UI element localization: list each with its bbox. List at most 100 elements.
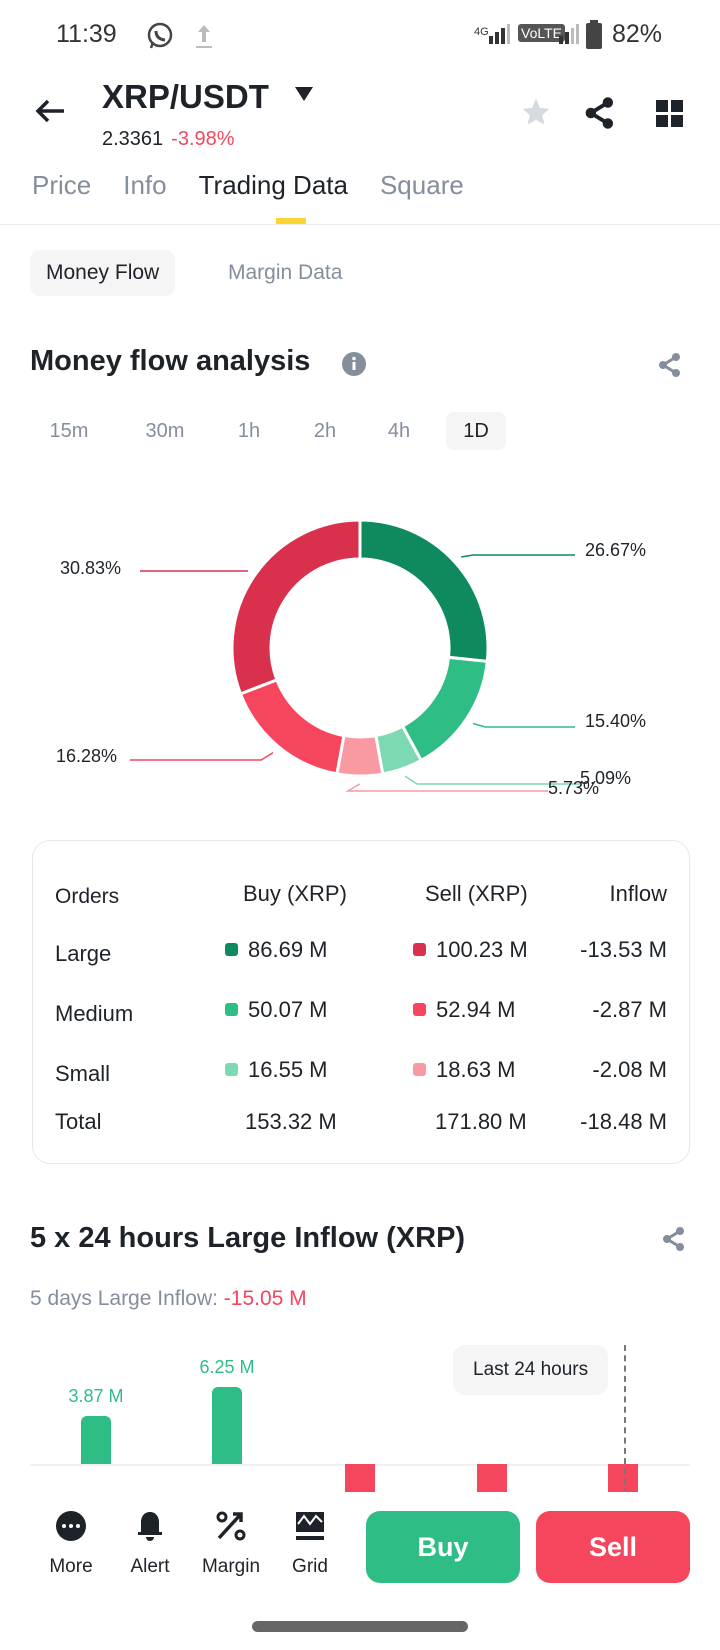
donut-leader-line (472, 722, 575, 728)
share-icon-large-inflow[interactable] (662, 1226, 686, 1252)
signal-icon-2 (559, 24, 579, 44)
nav-alert-label: Alert (130, 1556, 170, 1577)
info-icon[interactable] (342, 352, 366, 376)
large-inflow-bar-chart: 3.87 M 6.25 M Last 24 hours (0, 1330, 720, 1492)
price-line: 2.3361 -3.98% (102, 128, 235, 151)
sell-value: 100.23 M (436, 937, 528, 962)
inflow-value: -2.08 M (592, 1057, 667, 1082)
timeframe-30m[interactable]: 30m (130, 412, 200, 450)
buy-value: 153.32 M (245, 1109, 337, 1134)
divider (0, 224, 720, 225)
donut-slice[interactable] (230, 518, 362, 696)
back-arrow-icon[interactable] (34, 98, 66, 124)
timeframe-1d[interactable]: 1D (446, 412, 506, 450)
share-icon-money-flow[interactable] (658, 352, 682, 378)
subtab-money-flow[interactable]: Money Flow (30, 250, 176, 296)
bar-value-label: 6.25 M (199, 1356, 255, 1377)
crosshair-line (624, 1345, 626, 1492)
buy-color-dot (225, 1063, 238, 1076)
grid-trading-icon (296, 1512, 324, 1540)
donut-leader-line (130, 751, 274, 761)
last-price: 2.3361 (102, 128, 164, 150)
nav-alert[interactable]: Alert (110, 1510, 190, 1578)
sell-value: 52.94 M (436, 997, 516, 1022)
nav-grid-label: Grid (292, 1556, 328, 1577)
sell-button[interactable]: Sell (536, 1511, 690, 1583)
order-size: Small (55, 1061, 111, 1086)
inflow-bar[interactable] (608, 1464, 638, 1492)
timeframe-15m[interactable]: 15m (36, 412, 102, 450)
inflow-bar[interactable] (477, 1464, 507, 1492)
nav-margin[interactable]: Margin (191, 1510, 271, 1578)
buy-button[interactable]: Buy (366, 1511, 520, 1583)
large-inflow-summary: 5 days Large Inflow: -15.05 M (30, 1287, 307, 1311)
nav-more-label: More (49, 1556, 93, 1577)
subtab-margin-data[interactable]: Margin Data (212, 250, 358, 296)
order-size: Total (55, 1109, 102, 1134)
home-indicator[interactable] (252, 1621, 468, 1632)
tab-price[interactable]: Price (32, 170, 91, 201)
header-buy: Buy (XRP) (243, 881, 347, 906)
battery-level: 82% (612, 20, 663, 48)
donut-slice-label: 5.73% (548, 778, 600, 798)
table-row: Small 16.55 M 18.63 M -2.08 M (55, 1057, 667, 1097)
tab-square[interactable]: Square (380, 170, 464, 201)
tab-info[interactable]: Info (123, 170, 166, 201)
summary-value: -15.05 M (223, 1287, 307, 1310)
nav-more[interactable]: More (31, 1510, 111, 1578)
caret-down-icon[interactable] (294, 86, 314, 102)
inflow-value: -2.87 M (592, 997, 667, 1022)
timeframe-2h[interactable]: 2h (300, 412, 350, 450)
share-icon[interactable] (584, 96, 616, 130)
timeframe-4h[interactable]: 4h (374, 412, 424, 450)
battery-icon (586, 20, 602, 49)
network-type: 4G (474, 26, 489, 38)
signal-icon (489, 24, 510, 44)
last-24-hours-tooltip: Last 24 hours (453, 1345, 609, 1395)
large-inflow-title: 5 x 24 hours Large Inflow (XRP) (30, 1222, 466, 1254)
bar-value-label: 3.87 M (68, 1386, 124, 1406)
sell-value: 171.80 M (435, 1109, 527, 1134)
summary-label: 5 days Large Inflow: (30, 1287, 218, 1310)
donut-slice[interactable] (400, 655, 489, 763)
pair-title[interactable]: XRP/USDT (102, 78, 269, 116)
donut-slice[interactable] (358, 518, 490, 664)
buy-value: 86.69 M (248, 937, 328, 962)
buy-value: 16.55 M (248, 1057, 328, 1082)
table-header: Orders Buy (XRP) Sell (XRP) Inflow (55, 881, 667, 921)
tab-trading-data[interactable]: Trading Data (199, 170, 348, 201)
nav-grid[interactable]: Grid (270, 1510, 350, 1578)
donut-slice-label: 30.83% (60, 558, 122, 578)
buy-value: 50.07 M (248, 997, 328, 1022)
table-row: Total 153.32 M 171.80 M -18.48 M (55, 1109, 667, 1149)
margin-percent-icon (216, 1511, 246, 1541)
inflow-value: -13.53 M (580, 937, 667, 962)
star-icon[interactable] (520, 96, 552, 128)
table-row: Large 86.69 M 100.23 M -13.53 M (55, 937, 667, 977)
sell-color-dot (413, 943, 426, 956)
inflow-bar[interactable] (81, 1416, 111, 1464)
grid-menu-icon[interactable] (656, 100, 684, 128)
timeframe-1h[interactable]: 1h (226, 412, 272, 450)
inflow-bar[interactable] (345, 1464, 375, 1492)
header-inflow: Inflow (609, 881, 667, 906)
table-row: Medium 50.07 M 52.94 M -2.87 M (55, 997, 667, 1037)
order-size: Medium (55, 1001, 134, 1026)
whatsapp-icon (147, 22, 173, 49)
order-size: Large (55, 941, 112, 966)
donut-slice-label: 16.28% (56, 746, 118, 766)
upload-icon (196, 25, 212, 48)
header-sell: Sell (XRP) (425, 881, 528, 906)
donut-leader-line (345, 783, 548, 792)
donut-leader-line (460, 554, 575, 558)
clock: 11:39 (56, 20, 117, 48)
main-tabs: Price Info Trading Data Square (32, 170, 464, 201)
orders-table: Orders Buy (XRP) Sell (XRP) Inflow Large… (32, 840, 690, 1164)
price-change: -3.98% (171, 128, 235, 150)
money-flow-title: Money flow analysis (30, 345, 311, 377)
buy-color-dot (225, 1003, 238, 1016)
inflow-value: -18.48 M (580, 1109, 667, 1134)
status-bar: 11:39 4G VoLTE 82% (0, 20, 720, 56)
more-icon (56, 1511, 86, 1541)
inflow-bar[interactable] (212, 1386, 242, 1464)
